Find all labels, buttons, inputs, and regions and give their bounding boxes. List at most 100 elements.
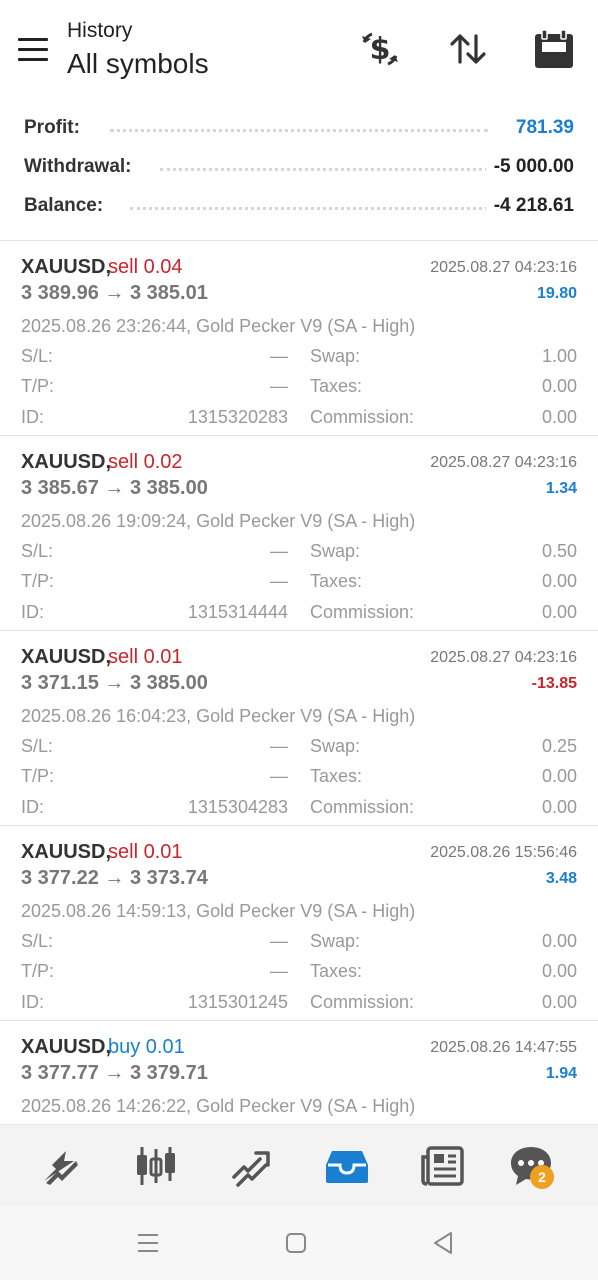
deal-open-info: 2025.08.26 14:26:22, Gold Pecker V9 (SA … xyxy=(21,1096,416,1116)
bottom-navigation: 2 xyxy=(0,1124,598,1207)
taxes-label: Taxes: xyxy=(310,961,363,981)
deals-list[interactable]: XAUUSD, sell 0.04 2025.08.27 04:23:16 3 … xyxy=(0,240,598,1124)
commission-value: 0.00 xyxy=(541,407,577,427)
deal-symbol: XAUUSD, xyxy=(21,841,112,863)
deal-profit: 19.80 xyxy=(536,285,577,302)
deposit-dollar-icon[interactable]: $ xyxy=(358,28,402,70)
sl-value: — xyxy=(270,736,288,756)
sl-label: S/L: xyxy=(21,736,54,756)
sl-label: S/L: xyxy=(21,346,54,366)
commission-label: Commission: xyxy=(310,992,415,1012)
dotted-leader xyxy=(130,207,488,210)
taxes-value: 0.00 xyxy=(541,571,577,591)
svg-text:$: $ xyxy=(370,32,391,67)
sl-label: S/L: xyxy=(21,541,54,561)
swap-value: 0.25 xyxy=(541,736,577,756)
dotted-leader xyxy=(160,168,488,171)
taxes-value: 0.00 xyxy=(541,766,577,786)
deal-open-info: 2025.08.26 19:09:24, Gold Pecker V9 (SA … xyxy=(21,511,416,531)
tp-label: T/P: xyxy=(21,961,55,981)
deal-item[interactable]: XAUUSD, sell 0.04 2025.08.27 04:23:16 3 … xyxy=(0,240,598,435)
deal-side: sell 0.01 xyxy=(108,646,183,668)
deal-profit: 1.94 xyxy=(545,1065,577,1082)
deal-prices: 3 377.77 → 3 379.71 xyxy=(21,1062,208,1084)
deal-profit: -13.85 xyxy=(531,675,577,692)
deal-side: sell 0.01 xyxy=(108,841,183,863)
commission-label: Commission: xyxy=(310,602,415,622)
deal-side: sell 0.04 xyxy=(108,256,183,278)
tp-label: T/P: xyxy=(21,766,55,786)
app-header: History All symbols $ xyxy=(0,0,598,100)
sl-value: — xyxy=(270,346,288,366)
swap-label: Swap: xyxy=(310,346,361,366)
menu-icon[interactable] xyxy=(18,38,48,62)
id-value: 1315314444 xyxy=(187,602,288,622)
tp-value: — xyxy=(270,961,288,981)
recents-icon[interactable] xyxy=(133,1228,163,1258)
swap-value: 0.00 xyxy=(541,931,577,951)
deal-close-time: 2025.08.27 04:23:16 xyxy=(430,259,577,276)
chart-icon[interactable] xyxy=(131,1141,181,1191)
taxes-label: Taxes: xyxy=(310,766,363,786)
swap-label: Swap: xyxy=(310,541,361,561)
id-label: ID: xyxy=(21,797,45,817)
deal-symbol: XAUUSD, xyxy=(21,646,112,668)
calendar-icon[interactable] xyxy=(532,28,576,70)
deal-open-info: 2025.08.26 14:59:13, Gold Pecker V9 (SA … xyxy=(21,901,416,921)
id-label: ID: xyxy=(21,602,45,622)
deal-side: sell 0.02 xyxy=(108,451,183,473)
commission-label: Commission: xyxy=(310,407,415,427)
deal-profit: 3.48 xyxy=(545,870,577,887)
deal-side: buy 0.01 xyxy=(108,1036,185,1058)
profit-row: Profit: 781.39 xyxy=(0,108,598,147)
back-icon[interactable] xyxy=(428,1228,458,1258)
swap-value: 0.50 xyxy=(541,541,577,561)
deal-close-time: 2025.08.26 14:47:55 xyxy=(430,1039,577,1056)
sl-value: — xyxy=(270,541,288,561)
commission-value: 0.00 xyxy=(541,992,577,1012)
home-icon[interactable] xyxy=(281,1228,311,1258)
balance-label: Balance: xyxy=(24,195,112,217)
balance-value: -4 218.61 xyxy=(485,195,574,217)
sl-label: S/L: xyxy=(21,931,54,951)
id-value: 1315304283 xyxy=(187,797,288,817)
deal-item[interactable]: XAUUSD, sell 0.01 2025.08.27 04:23:16 3 … xyxy=(0,630,598,825)
taxes-value: 0.00 xyxy=(541,376,577,396)
deal-close-time: 2025.08.27 04:23:16 xyxy=(430,649,577,666)
news-icon[interactable] xyxy=(418,1141,468,1191)
taxes-label: Taxes: xyxy=(310,376,363,396)
quotes-icon[interactable] xyxy=(36,1141,86,1191)
balance-row: Balance: -4 218.61 xyxy=(0,186,598,225)
tp-value: — xyxy=(270,376,288,396)
history-icon[interactable] xyxy=(322,1141,372,1191)
deal-prices: 3 389.96 → 3 385.01 xyxy=(21,282,208,304)
sort-icon[interactable] xyxy=(446,28,490,70)
id-value: 1315301245 xyxy=(187,992,288,1012)
sl-value: — xyxy=(270,931,288,951)
swap-label: Swap: xyxy=(310,736,361,756)
tp-label: T/P: xyxy=(21,571,55,591)
deal-profit: 1.34 xyxy=(545,480,577,497)
deal-symbol: XAUUSD, xyxy=(21,451,112,473)
deal-symbol: XAUUSD, xyxy=(21,256,112,278)
deal-prices: 3 377.22 → 3 373.74 xyxy=(21,867,208,889)
withdrawal-label: Withdrawal: xyxy=(24,156,140,178)
trade-icon[interactable] xyxy=(226,1141,276,1191)
commission-value: 0.00 xyxy=(541,602,577,622)
system-navigation-bar xyxy=(0,1206,598,1280)
chat-icon[interactable]: 2 xyxy=(506,1141,556,1191)
deal-item[interactable]: XAUUSD, sell 0.02 2025.08.27 04:23:16 3 … xyxy=(0,435,598,630)
deal-item[interactable]: XAUUSD, buy 0.01 2025.08.26 14:47:55 3 3… xyxy=(0,1020,598,1124)
deal-close-time: 2025.08.27 04:23:16 xyxy=(430,454,577,471)
profit-value: 781.39 xyxy=(507,117,574,139)
symbol-filter-title[interactable]: All symbols xyxy=(67,48,209,80)
withdrawal-value: -5 000.00 xyxy=(485,156,574,178)
deal-close-time: 2025.08.26 15:56:46 xyxy=(430,844,577,861)
commission-label: Commission: xyxy=(310,797,415,817)
tp-value: — xyxy=(270,766,288,786)
id-label: ID: xyxy=(21,992,45,1012)
tp-label: T/P: xyxy=(21,376,55,396)
deal-item[interactable]: XAUUSD, sell 0.01 2025.08.26 15:56:46 3 … xyxy=(0,825,598,1020)
deal-prices: 3 371.15 → 3 385.00 xyxy=(21,672,208,694)
chat-badge: 2 xyxy=(530,1165,554,1189)
